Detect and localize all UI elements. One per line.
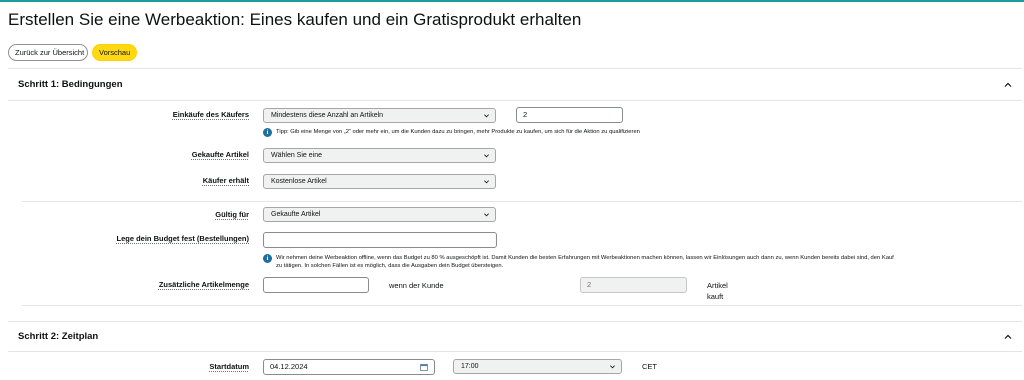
info-icon: i bbox=[263, 128, 272, 137]
purchase-quantity-input[interactable]: 2 bbox=[516, 107, 623, 123]
buys-quantity-input: 2 bbox=[580, 277, 687, 293]
start-time-value: 17:00 bbox=[461, 363, 479, 370]
divider bbox=[8, 321, 1022, 322]
buyer-gets-select[interactable]: Kostenlose Artikel bbox=[263, 174, 496, 189]
calendar-icon[interactable] bbox=[420, 363, 428, 371]
divider bbox=[8, 68, 1022, 69]
start-date-value: 04.12.2024 bbox=[270, 362, 308, 371]
chevron-down-icon bbox=[484, 213, 489, 217]
valid-for-select[interactable]: Gekaufte Artikel bbox=[263, 207, 496, 222]
purchased-items-select[interactable]: Wählen Sie eine bbox=[263, 148, 496, 163]
purchased-items-label: Gekaufte Artikel bbox=[191, 150, 249, 159]
chevron-down-icon bbox=[484, 154, 489, 158]
start-date-input[interactable]: 04.12.2024 bbox=[263, 359, 435, 375]
buyer-gets-value: Kostenlose Artikel bbox=[271, 178, 327, 185]
divider bbox=[8, 351, 1022, 352]
budget-info-line2: zu tätigen. In solchen Fällen ist es mög… bbox=[276, 262, 504, 269]
preview-button[interactable]: Vorschau bbox=[92, 44, 137, 61]
step1-title: Schritt 1: Bedingungen bbox=[18, 79, 123, 90]
purchase-condition-value: Mindestens diese Anzahl an Artikeln bbox=[271, 112, 384, 119]
start-date-label: Startdatum bbox=[209, 362, 249, 371]
purchase-condition-label: Einkäufe des Käufers bbox=[172, 110, 249, 119]
chevron-down-icon bbox=[484, 114, 489, 118]
page-title: Erstellen Sie eine Werbeaktion: Eines ka… bbox=[8, 10, 582, 29]
valid-for-value: Gekaufte Artikel bbox=[271, 211, 321, 218]
additional-quantity-label: Zusätzliche Artikelmenge bbox=[158, 280, 249, 289]
quantity-tip: Tipp: Gib eine Menge von „2“ oder mehr e… bbox=[276, 129, 640, 135]
when-customer-text: wenn der Kunde bbox=[389, 281, 444, 290]
timezone-label: CET bbox=[642, 362, 657, 371]
divider bbox=[8, 100, 1022, 101]
step2-title: Schritt 2: Zeitplan bbox=[18, 331, 99, 342]
purchased-items-value: Wählen Sie eine bbox=[271, 152, 322, 159]
chevron-up-icon[interactable] bbox=[1003, 332, 1013, 342]
start-time-select[interactable]: 17:00 bbox=[453, 359, 622, 374]
info-icon: i bbox=[263, 254, 272, 263]
valid-for-label: Gültig für bbox=[215, 210, 249, 219]
budget-info: Wir nehmen deine Werbeaktion offline, we… bbox=[276, 255, 1016, 270]
budget-label: Lege dein Budget fest (Bestellungen) bbox=[116, 234, 249, 243]
chevron-up-icon[interactable] bbox=[1003, 80, 1013, 90]
buyer-gets-label: Käufer erhält bbox=[202, 176, 249, 185]
purchase-condition-select[interactable]: Mindestens diese Anzahl an Artikeln bbox=[263, 108, 496, 123]
items-buys-text: Artikel kauft bbox=[707, 280, 728, 302]
divider bbox=[22, 305, 1022, 306]
budget-input[interactable] bbox=[263, 232, 497, 248]
chevron-down-icon bbox=[610, 365, 615, 369]
buys-text: kauft bbox=[707, 292, 724, 301]
items-text: Artikel bbox=[707, 281, 728, 290]
additional-quantity-input[interactable] bbox=[263, 277, 369, 293]
top-accent-line bbox=[0, 0, 1024, 2]
chevron-down-icon bbox=[484, 180, 489, 184]
divider bbox=[22, 201, 1022, 202]
budget-info-line1: Wir nehmen deine Werbeaktion offline, we… bbox=[276, 255, 894, 261]
back-to-overview-button[interactable]: Zurück zur Übersicht bbox=[8, 44, 88, 61]
